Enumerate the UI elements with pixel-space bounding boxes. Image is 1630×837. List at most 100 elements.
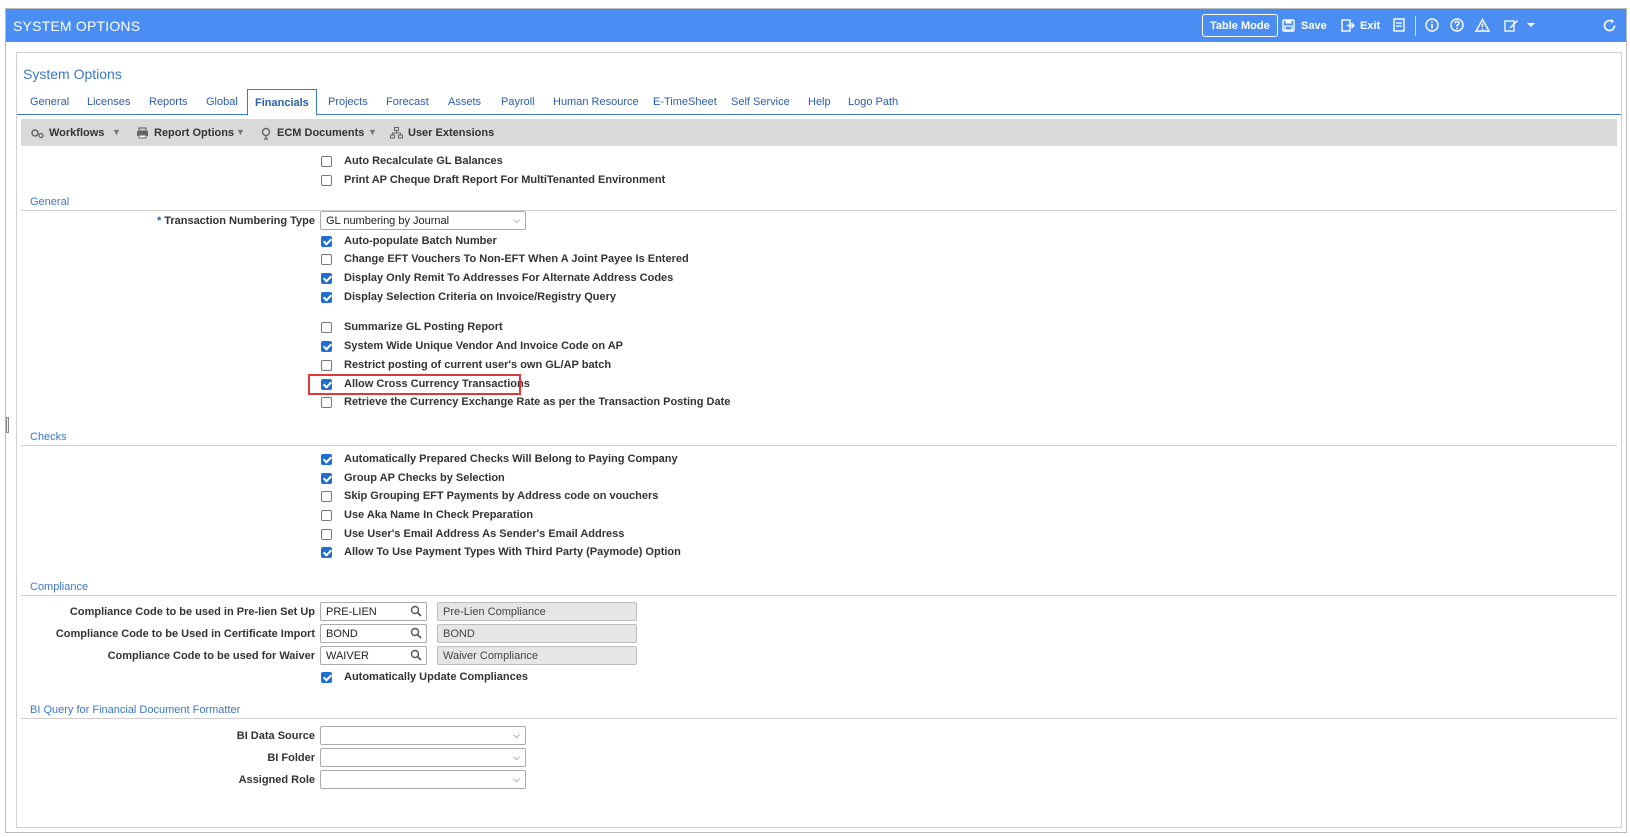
highlight-box <box>308 374 521 395</box>
tab-human-resource[interactable]: Human Resource <box>546 89 646 115</box>
checkbox[interactable] <box>321 672 332 683</box>
printer-icon <box>137 127 148 139</box>
checkbox[interactable] <box>321 292 332 303</box>
info-icon[interactable] <box>1424 17 1440 33</box>
option-display-selection-criteria: Display Selection Criteria on Invoice/Re… <box>21 288 1617 307</box>
checkbox[interactable] <box>321 322 332 333</box>
tab-licenses[interactable]: Licenses <box>80 89 137 115</box>
checkbox[interactable] <box>321 175 332 186</box>
compliance-certificate-input[interactable]: BOND <box>320 624 427 643</box>
section-divider <box>21 210 1617 211</box>
option-label: Display Only Remit To Addresses For Alte… <box>344 272 674 284</box>
tab-forecast[interactable]: Forecast <box>379 89 436 115</box>
tab-self-service[interactable]: Self Service <box>724 89 797 115</box>
checkbox[interactable] <box>321 454 332 465</box>
checkbox[interactable] <box>321 473 332 484</box>
option-label: Skip Grouping EFT Payments by Address co… <box>344 490 659 502</box>
bi-folder-select[interactable]: ⌵ <box>320 748 526 767</box>
tab-global[interactable]: Global <box>199 89 245 115</box>
report-options-label: Report Options <box>154 127 235 139</box>
table-mode-button[interactable]: Table Mode <box>1202 14 1278 37</box>
option-label: Restrict posting of current user's own G… <box>344 359 612 371</box>
checkbox[interactable] <box>321 547 332 558</box>
checkbox[interactable] <box>321 491 332 502</box>
tab-e-timesheet[interactable]: E-TimeSheet <box>646 89 724 115</box>
tab-financials[interactable]: Financials <box>247 89 317 116</box>
report-options-dropdown-icon[interactable]: ▼ <box>236 127 245 137</box>
option-label: System Wide Unique Vendor And Invoice Co… <box>344 340 624 352</box>
save-button[interactable]: Save <box>1282 14 1327 37</box>
exit-icon <box>1341 19 1355 32</box>
save-label: Save <box>1301 19 1327 32</box>
checkbox[interactable] <box>321 397 332 408</box>
search-icon[interactable] <box>410 649 422 661</box>
workflows-dropdown-icon[interactable]: ▼ <box>112 127 121 137</box>
workflows-label: Workflows <box>49 127 105 139</box>
help-icon[interactable] <box>1449 17 1465 33</box>
option-use-aka-name: Use Aka Name In Check Preparation <box>21 506 1617 525</box>
checkbox[interactable] <box>321 529 332 540</box>
transaction-numbering-type-select[interactable]: GL numbering by Journal ⌵ <box>320 211 526 230</box>
compliance-certificate-description: BOND <box>437 624 637 643</box>
tab-reports[interactable]: Reports <box>142 89 195 115</box>
checkbox[interactable] <box>321 156 332 167</box>
compliance-prelien-label: Compliance Code to be used in Pre-lien S… <box>69 606 315 618</box>
ecm-documents-dropdown-icon[interactable]: ▼ <box>368 127 377 137</box>
option-auto-update-compliances: Automatically Update Compliances <box>21 668 1617 687</box>
section-checks-heading: Checks <box>30 431 67 443</box>
option-label: Allow To Use Payment Types With Third Pa… <box>344 546 681 558</box>
option-display-only-remit: Display Only Remit To Addresses For Alte… <box>21 269 1617 288</box>
ecm-documents-label: ECM Documents <box>277 127 365 139</box>
option-label: Display Selection Criteria on Invoice/Re… <box>344 291 617 303</box>
table-mode-label: Table Mode <box>1210 19 1270 32</box>
search-icon[interactable] <box>410 605 422 617</box>
checkbox[interactable] <box>321 236 332 247</box>
system-options-panel: System Options General Licenses Reports … <box>16 52 1622 828</box>
ecm-documents-button[interactable]: ECM Documents ▼ <box>260 125 377 141</box>
checkbox[interactable] <box>321 341 332 352</box>
option-label: Retrieve the Currency Exchange Rate as p… <box>344 396 731 408</box>
refresh-icon[interactable] <box>1601 17 1617 33</box>
option-system-wide-unique-vendor: System Wide Unique Vendor And Invoice Co… <box>21 337 1617 356</box>
checkbox[interactable] <box>321 360 332 371</box>
compliance-waiver-label: Compliance Code to be used for Waiver <box>107 650 315 662</box>
tab-assets[interactable]: Assets <box>441 89 488 115</box>
option-label: Change EFT Vouchers To Non-EFT When A Jo… <box>344 253 689 265</box>
compliance-prelien-input[interactable]: PRE-LIEN <box>320 602 427 621</box>
tab-logo-path[interactable]: Logo Path <box>841 89 905 115</box>
input-value: PRE-LIEN <box>326 606 377 618</box>
chevron-down-icon: ⌵ <box>513 215 520 225</box>
option-label: Summarize GL Posting Report <box>344 321 503 333</box>
search-icon[interactable] <box>410 627 422 639</box>
option-auto-prepared-checks: Automatically Prepared Checks Will Belon… <box>21 450 1617 469</box>
workflows-button[interactable]: Workflows ▼ <box>30 125 121 141</box>
checkbox[interactable] <box>321 510 332 521</box>
compliance-waiver-input[interactable]: WAIVER <box>320 646 427 665</box>
user-extensions-button[interactable]: User Extensions <box>390 125 494 141</box>
compliance-certificate-label: Compliance Code to be Used in Certificat… <box>55 628 315 640</box>
warning-icon[interactable] <box>1474 17 1490 33</box>
section-divider <box>21 595 1617 596</box>
assigned-role-label: Assigned Role <box>238 774 315 786</box>
chevron-down-icon[interactable] <box>1523 17 1539 33</box>
side-panel-handle[interactable] <box>6 417 9 433</box>
panel-title: System Options <box>23 66 122 82</box>
edit-layout-icon[interactable] <box>1503 17 1519 33</box>
report-options-button[interactable]: Report Options ▼ <box>136 125 245 141</box>
checkbox[interactable] <box>321 254 332 265</box>
bi-data-source-select[interactable]: ⌵ <box>320 726 526 745</box>
save-icon <box>1282 19 1295 32</box>
checkbox[interactable] <box>321 273 332 284</box>
notes-icon[interactable] <box>1391 17 1407 33</box>
tab-payroll[interactable]: Payroll <box>494 89 542 115</box>
tab-general[interactable]: General <box>23 89 76 115</box>
tab-help[interactable]: Help <box>801 89 838 115</box>
compliance-waiver-description: Waiver Compliance <box>437 646 637 665</box>
section-bi-heading: BI Query for Financial Document Formatte… <box>30 704 241 716</box>
bi-data-source-label: BI Data Source <box>236 730 315 742</box>
ecm-icon <box>261 127 271 140</box>
option-allow-cross-currency: Allow Cross Currency Transactions <box>21 375 1617 394</box>
assigned-role-select[interactable]: ⌵ <box>320 770 526 789</box>
tab-projects[interactable]: Projects <box>321 89 375 115</box>
exit-button[interactable]: Exit <box>1341 14 1380 37</box>
